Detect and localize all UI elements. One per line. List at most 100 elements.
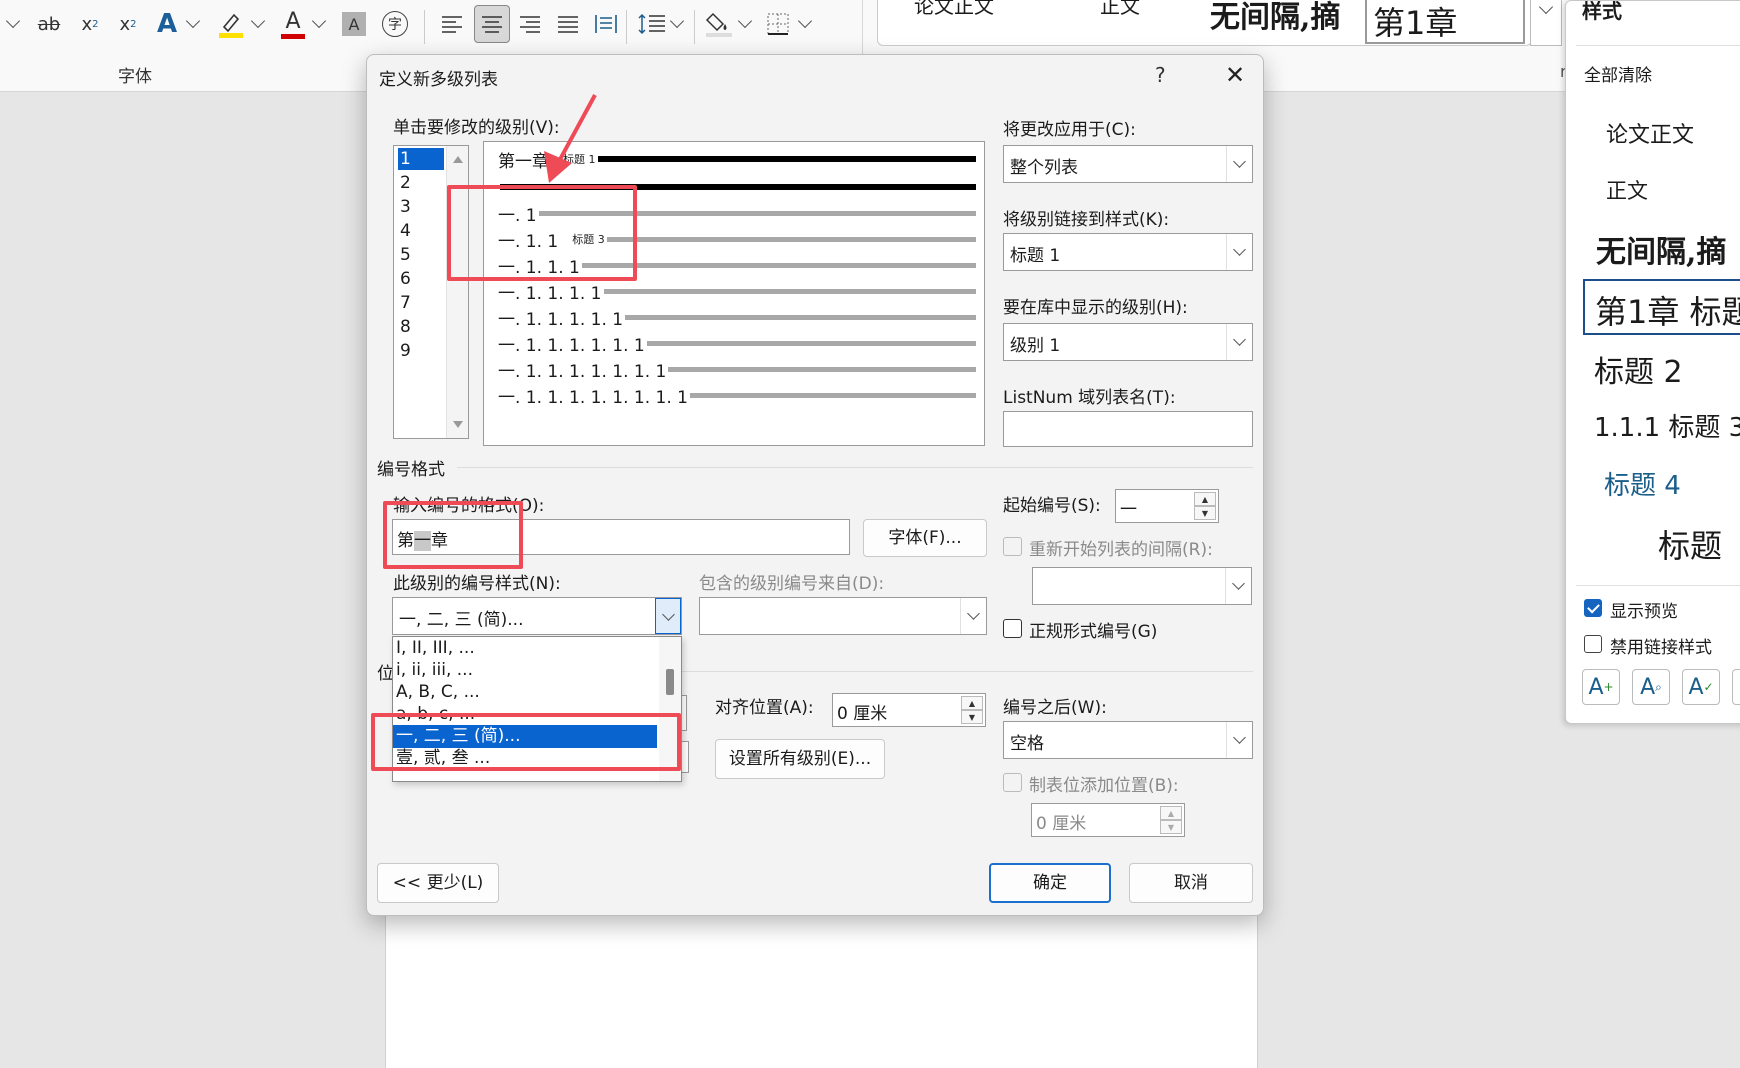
link-style-label: 将级别链接到样式(K):: [1003, 210, 1170, 230]
manage-styles-icon[interactable]: A ✓: [1682, 669, 1720, 705]
dropdown-option[interactable]: I, II, III, ...: [393, 637, 657, 660]
level-item[interactable]: 8: [398, 316, 444, 338]
level-scrollbar[interactable]: [446, 146, 468, 438]
link-style-select[interactable]: 标题 1: [1003, 233, 1253, 271]
restart-select[interactable]: [1032, 567, 1252, 605]
font-color-icon[interactable]: A: [280, 8, 306, 40]
line-spacing-icon[interactable]: [636, 8, 668, 40]
style-inspector-icon[interactable]: A ⌕: [1632, 669, 1670, 705]
style-item[interactable]: 论文正文: [1606, 117, 1694, 149]
chevron-down-icon[interactable]: [737, 13, 753, 29]
preview-row: 一. 1. 1. 1. 1. 1. 1. 1. 1: [498, 382, 976, 408]
tab-stop-checkbox[interactable]: [1003, 773, 1022, 792]
scroll-down-icon[interactable]: [453, 421, 463, 428]
style-item[interactable]: 无间隔,摘: [1596, 227, 1726, 271]
chevron-down-icon[interactable]: [5, 13, 21, 29]
level-list[interactable]: 123456789: [393, 145, 469, 439]
style-item[interactable]: 正文: [1606, 175, 1648, 205]
dropdown-option[interactable]: 壹, 贰, 叁 ...: [393, 747, 657, 770]
chevron-down-icon[interactable]: [250, 13, 266, 29]
dropdown-option[interactable]: a, b, c, ...: [393, 703, 657, 726]
level-item[interactable]: 2: [398, 172, 444, 194]
style-item[interactable]: 标题: [1658, 521, 1722, 567]
superscript-icon[interactable]: x2: [116, 8, 140, 40]
dropdown-option[interactable]: 一, 二, 三 (简)...: [393, 725, 657, 748]
ok-button[interactable]: 确定: [989, 863, 1111, 903]
apply-to-select[interactable]: 整个列表: [1003, 145, 1253, 183]
new-style-icon[interactable]: A +: [1582, 669, 1620, 705]
preview-row: [498, 174, 976, 200]
style-item[interactable]: 标题 2: [1594, 347, 1683, 391]
align-center-icon[interactable]: [474, 5, 510, 43]
legal-numbering-checkbox[interactable]: [1003, 619, 1022, 638]
start-at-spinner[interactable]: 一 ▲ ▼: [1115, 489, 1219, 523]
number-style-select[interactable]: 一, 二, 三 (简)...: [392, 597, 682, 635]
close-icon[interactable]: ✕: [1219, 59, 1251, 91]
more-icon[interactable]: [1732, 669, 1740, 705]
gallery-item-selected[interactable]: 第1章: [1365, 0, 1525, 44]
distributed-icon[interactable]: [592, 8, 620, 40]
chevron-down-icon[interactable]: [311, 13, 327, 29]
chevron-down-icon[interactable]: [797, 13, 813, 29]
level-item[interactable]: 3: [398, 196, 444, 218]
dropdown-scrollbar[interactable]: [659, 637, 681, 781]
divider: [694, 10, 695, 44]
listnum-input[interactable]: [1003, 411, 1253, 447]
disable-linked-checkbox[interactable]: [1584, 635, 1602, 653]
chevron-down-icon[interactable]: [655, 598, 681, 634]
justify-icon[interactable]: [554, 8, 582, 40]
styles-gallery[interactable]: 论文正文 正文 无间隔,摘 第1章: [877, 0, 1532, 46]
level-item[interactable]: 7: [398, 292, 444, 314]
chevron-down-icon[interactable]: [185, 13, 201, 29]
highlight-icon[interactable]: [218, 8, 244, 40]
spin-down-icon[interactable]: ▼: [1160, 820, 1182, 834]
spin-up-icon[interactable]: ▲: [1194, 492, 1216, 506]
level-item[interactable]: 4: [398, 220, 444, 242]
cancel-button[interactable]: 取消: [1129, 863, 1253, 903]
format-suffix: 章: [431, 531, 448, 551]
gallery-item[interactable]: 论文正文: [914, 0, 994, 19]
text-effects-icon[interactable]: A: [154, 8, 180, 40]
align-right-icon[interactable]: [516, 8, 544, 40]
subscript-icon[interactable]: x2: [78, 8, 102, 40]
number-format-input[interactable]: 第一章: [392, 519, 850, 555]
tab-stop-spinner[interactable]: 0 厘米 ▲ ▼: [1031, 803, 1185, 837]
borders-icon[interactable]: [764, 8, 792, 40]
preview-number: 一. 1. 1. 1. 1. 1. 1. 1: [498, 361, 667, 382]
chevron-down-icon[interactable]: [669, 13, 685, 29]
spin-up-icon[interactable]: ▲: [961, 696, 983, 710]
clear-all-style[interactable]: 全部清除: [1584, 61, 1652, 86]
gallery-item[interactable]: 无间隔,摘: [1210, 0, 1340, 36]
strikethrough-icon[interactable]: ab: [34, 8, 64, 40]
dropdown-option[interactable]: A, B, C, ...: [393, 681, 657, 704]
gallery-item[interactable]: 正文: [1100, 0, 1140, 19]
level-item[interactable]: 5: [398, 244, 444, 266]
style-item[interactable]: 1.1.1 标题 3: [1594, 407, 1740, 444]
level-item[interactable]: 9: [398, 340, 444, 362]
spin-up-icon[interactable]: ▲: [1160, 806, 1182, 820]
help-button[interactable]: ?: [1155, 63, 1166, 87]
level-item[interactable]: 6: [398, 268, 444, 290]
shading-icon[interactable]: [704, 8, 734, 40]
dropdown-option[interactable]: i, ii, iii, ...: [393, 659, 657, 682]
restart-checkbox[interactable]: [1003, 537, 1022, 556]
set-all-levels-button[interactable]: 设置所有级别(E)...: [715, 739, 885, 779]
scroll-up-icon[interactable]: [453, 156, 463, 163]
align-left-icon[interactable]: [438, 8, 466, 40]
include-from-select[interactable]: [699, 597, 987, 635]
follow-number-select[interactable]: 空格: [1003, 721, 1253, 759]
level-item[interactable]: 1: [398, 148, 444, 170]
enclose-char-icon[interactable]: 字: [382, 11, 408, 37]
gallery-more-button[interactable]: [1530, 0, 1562, 46]
align-at-spinner[interactable]: 0 厘米 ▲ ▼: [832, 693, 986, 727]
style-item-selected[interactable]: 第1章 标题: [1583, 279, 1740, 335]
font-button[interactable]: 字体(F)...: [863, 519, 987, 557]
style-item[interactable]: 标题 4: [1604, 465, 1681, 502]
show-preview-checkbox[interactable]: [1584, 599, 1602, 617]
char-shading-icon[interactable]: A: [342, 12, 366, 36]
less-button[interactable]: << 更少(L): [377, 863, 499, 903]
scroll-thumb[interactable]: [666, 669, 674, 695]
gallery-level-select[interactable]: 级别 1: [1003, 323, 1253, 361]
spin-down-icon[interactable]: ▼: [961, 710, 983, 724]
spin-down-icon[interactable]: ▼: [1194, 506, 1216, 520]
